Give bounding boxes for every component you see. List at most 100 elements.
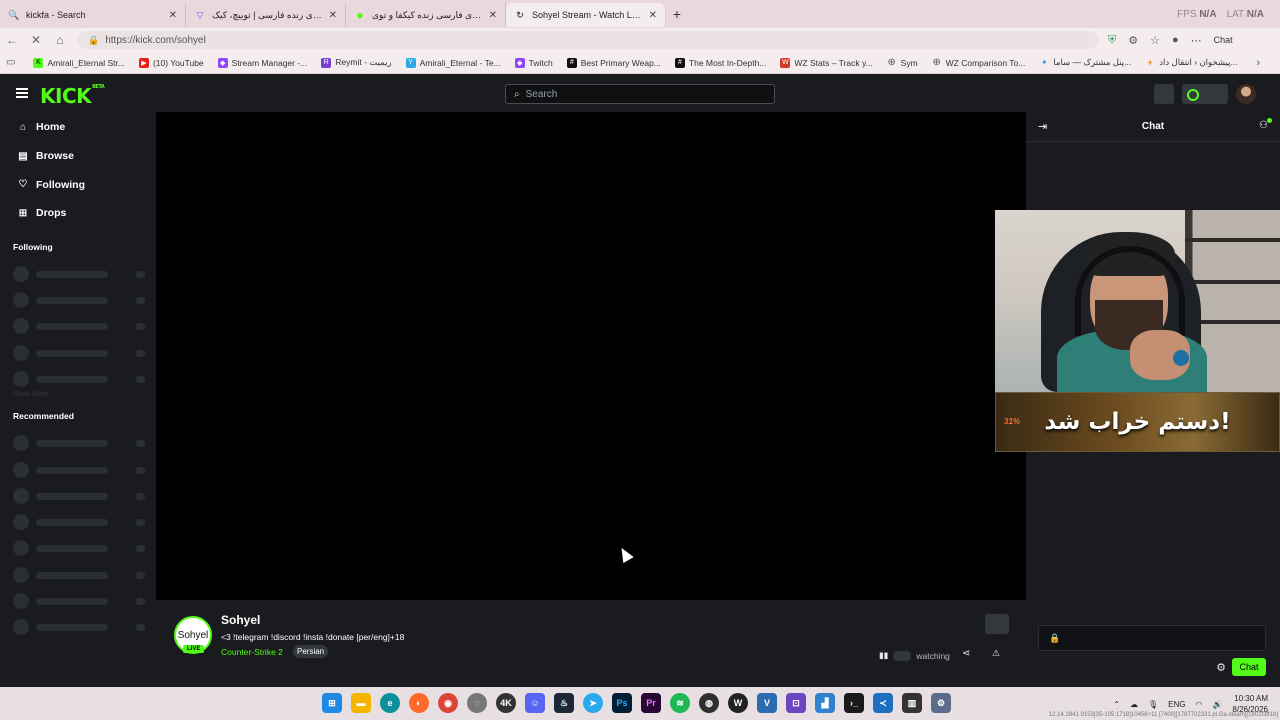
sidebar-toggle-icon[interactable]: ▭	[6, 57, 15, 68]
search-placeholder: Search	[525, 88, 558, 100]
browser-tab[interactable]: 🔍 kickfa - Search ✕	[0, 3, 186, 27]
bookmark-item[interactable]: K Amirali_Eternal Str...	[33, 57, 125, 68]
steam-icon[interactable]: ♨	[554, 693, 574, 713]
bookmark-label: (10) YouTube	[152, 57, 204, 68]
browser-tab[interactable]: ◆ استریمرهای فارسی زنده کیکفا و توی ✕	[346, 3, 506, 27]
channel-name[interactable]: Sohyel	[221, 613, 260, 627]
app-icon[interactable]: ◌	[467, 693, 487, 713]
avatar[interactable]	[1236, 84, 1256, 104]
copilot-chat-button[interactable]: Chat	[1214, 35, 1233, 45]
favorites-icon[interactable]: ☆	[1150, 34, 1160, 47]
drops-icon: ⊞	[18, 207, 28, 219]
send-chat-button[interactable]: Chat	[1232, 658, 1266, 676]
bookmark-item[interactable]: ◆ Stream Manager -...	[217, 57, 307, 68]
bookmark-label: WZ Comparison To...	[945, 57, 1026, 68]
new-tab-button[interactable]: +	[666, 6, 688, 22]
follow-button[interactable]	[985, 614, 1009, 634]
menu-icon[interactable]	[16, 88, 28, 98]
volume-icon[interactable]: 🔊	[1212, 700, 1222, 709]
report-icon[interactable]: ⚠	[992, 648, 1000, 659]
home-icon[interactable]: ⌂	[48, 33, 72, 47]
premiere-icon[interactable]: Pr	[641, 693, 661, 713]
close-icon[interactable]: ✕	[329, 10, 337, 21]
photoshop-icon[interactable]: Ps	[612, 693, 632, 713]
status-toggle[interactable]	[1182, 84, 1228, 104]
bookmark-item[interactable]: W WZ Stats – Track y...	[780, 57, 873, 68]
language-tag[interactable]: Persian	[293, 645, 329, 658]
chevron-right-icon[interactable]: ›	[1256, 57, 1260, 69]
close-icon[interactable]: ✕	[649, 10, 657, 21]
chat-users-icon[interactable]: ⚇	[1259, 118, 1272, 131]
chrome-icon[interactable]: ◉	[438, 693, 458, 713]
edge-icon[interactable]: e	[380, 693, 400, 713]
bookmark-item[interactable]: ✈ پیشخوان ‹ انتقال داد...	[1145, 57, 1237, 68]
close-icon[interactable]: ✕	[169, 10, 177, 21]
terminal-icon[interactable]: ›_	[844, 693, 864, 713]
shield-icon[interactable]: ⛨	[1108, 34, 1116, 47]
chevron-up-icon[interactable]: ⌃	[1113, 700, 1120, 709]
bookmark-item[interactable]: Y Amirali_Eternal - Te...	[405, 57, 501, 68]
video-player[interactable]	[156, 112, 1026, 600]
bookmark-item[interactable]: # The Most In-Depth...	[674, 57, 766, 68]
bookmark-item[interactable]: ▶ (10) YouTube	[138, 57, 204, 68]
firefox-icon[interactable]: ◐	[409, 693, 429, 713]
banner-percent: 31%	[1004, 417, 1021, 426]
settings-icon[interactable]: ⚙	[931, 693, 951, 713]
v-app-icon[interactable]: V	[757, 693, 777, 713]
search-input[interactable]: ⌕ Search	[505, 84, 775, 104]
close-icon[interactable]: ✕	[489, 10, 497, 21]
spotify-icon[interactable]: ≋	[670, 693, 690, 713]
hash-icon: #	[674, 57, 685, 68]
telegram-icon[interactable]: ➤	[583, 693, 603, 713]
sidebar-item-browse[interactable]: ▤ Browse	[0, 142, 156, 171]
channel-placeholder	[0, 339, 156, 365]
mic-icon[interactable]: 🎙	[1148, 700, 1158, 709]
category-link[interactable]: Counter-Strike 2	[221, 647, 283, 657]
kick-logo[interactable]: KICKBETA	[40, 84, 105, 108]
chat-input[interactable]: 🔒	[1038, 625, 1266, 651]
share-icon[interactable]: ⋖	[962, 648, 970, 659]
beta-label: BETA	[92, 84, 105, 90]
more-icon[interactable]: ⋯	[1191, 34, 1202, 47]
url-field[interactable]: 🔒 https://kick.com/sohyel	[78, 31, 1098, 49]
controller-icon[interactable]: ⊡	[786, 693, 806, 713]
bookmark-item[interactable]: ⊕ Sym	[887, 57, 918, 68]
sidebar-item-home[interactable]: ⌂ Home	[0, 113, 156, 142]
vscode-icon[interactable]: ≺	[873, 693, 893, 713]
bookmark-item[interactable]: # Best Primary Weap...	[566, 57, 661, 68]
chart-app-icon[interactable]: ▟	[815, 693, 835, 713]
extensions-icon[interactable]: ⚙	[1128, 34, 1138, 47]
perf-readout: FPS N/A LAT N/A	[1177, 9, 1280, 20]
wristwatch	[1173, 350, 1189, 366]
show-more-link[interactable]: Show More	[0, 391, 156, 405]
4k-icon[interactable]: 4K	[496, 693, 516, 713]
sidebar-item-following[interactable]: ♡ Following	[0, 170, 156, 199]
wifi-icon[interactable]: ◠	[1195, 700, 1202, 709]
notifications-button[interactable]	[1154, 84, 1174, 104]
file-explorer-icon[interactable]: ▬	[351, 693, 371, 713]
windows-start-icon[interactable]: ⊞	[322, 693, 342, 713]
bookmark-label: Sym	[900, 57, 918, 68]
profile-icon[interactable]: ●	[1172, 34, 1179, 46]
language-indicator[interactable]: ENG	[1168, 700, 1185, 709]
nvidia-icon[interactable]: ▥	[902, 693, 922, 713]
hash-icon: #	[566, 57, 577, 68]
bookmark-item[interactable]: ● پنل مشترک — ساما...	[1039, 57, 1131, 68]
obs-icon[interactable]: ◍	[699, 693, 719, 713]
browser-tab-active[interactable]: ↻ Sohyel Stream - Watch Live on Kick ✕	[506, 3, 666, 27]
bookmark-item[interactable]: ◆ Twitch	[514, 57, 553, 68]
bookmark-item[interactable]: ⊕ WZ Comparison To...	[932, 57, 1026, 68]
back-icon[interactable]: ←	[0, 33, 24, 47]
w-app-icon[interactable]: W	[728, 693, 748, 713]
bookmark-label: Reymit - ریمیت	[335, 57, 392, 67]
wz-stats-icon: W	[780, 57, 791, 68]
link-icon: Y	[405, 57, 416, 68]
bookmark-item[interactable]: R Reymit - ریمیت	[321, 57, 392, 68]
browser-tab[interactable]: ▽ استریم‌های زنده فارسی | توییچ، کیک ✕	[186, 3, 346, 27]
gear-icon[interactable]: ⚙	[1216, 661, 1226, 674]
discord-icon[interactable]: ☺	[525, 693, 545, 713]
channel-placeholder	[0, 613, 156, 639]
stop-loading-icon[interactable]: ✕	[24, 33, 48, 47]
network-icon[interactable]: ☁	[1130, 700, 1138, 709]
sidebar-item-drops[interactable]: ⊞ Drops	[0, 199, 156, 228]
